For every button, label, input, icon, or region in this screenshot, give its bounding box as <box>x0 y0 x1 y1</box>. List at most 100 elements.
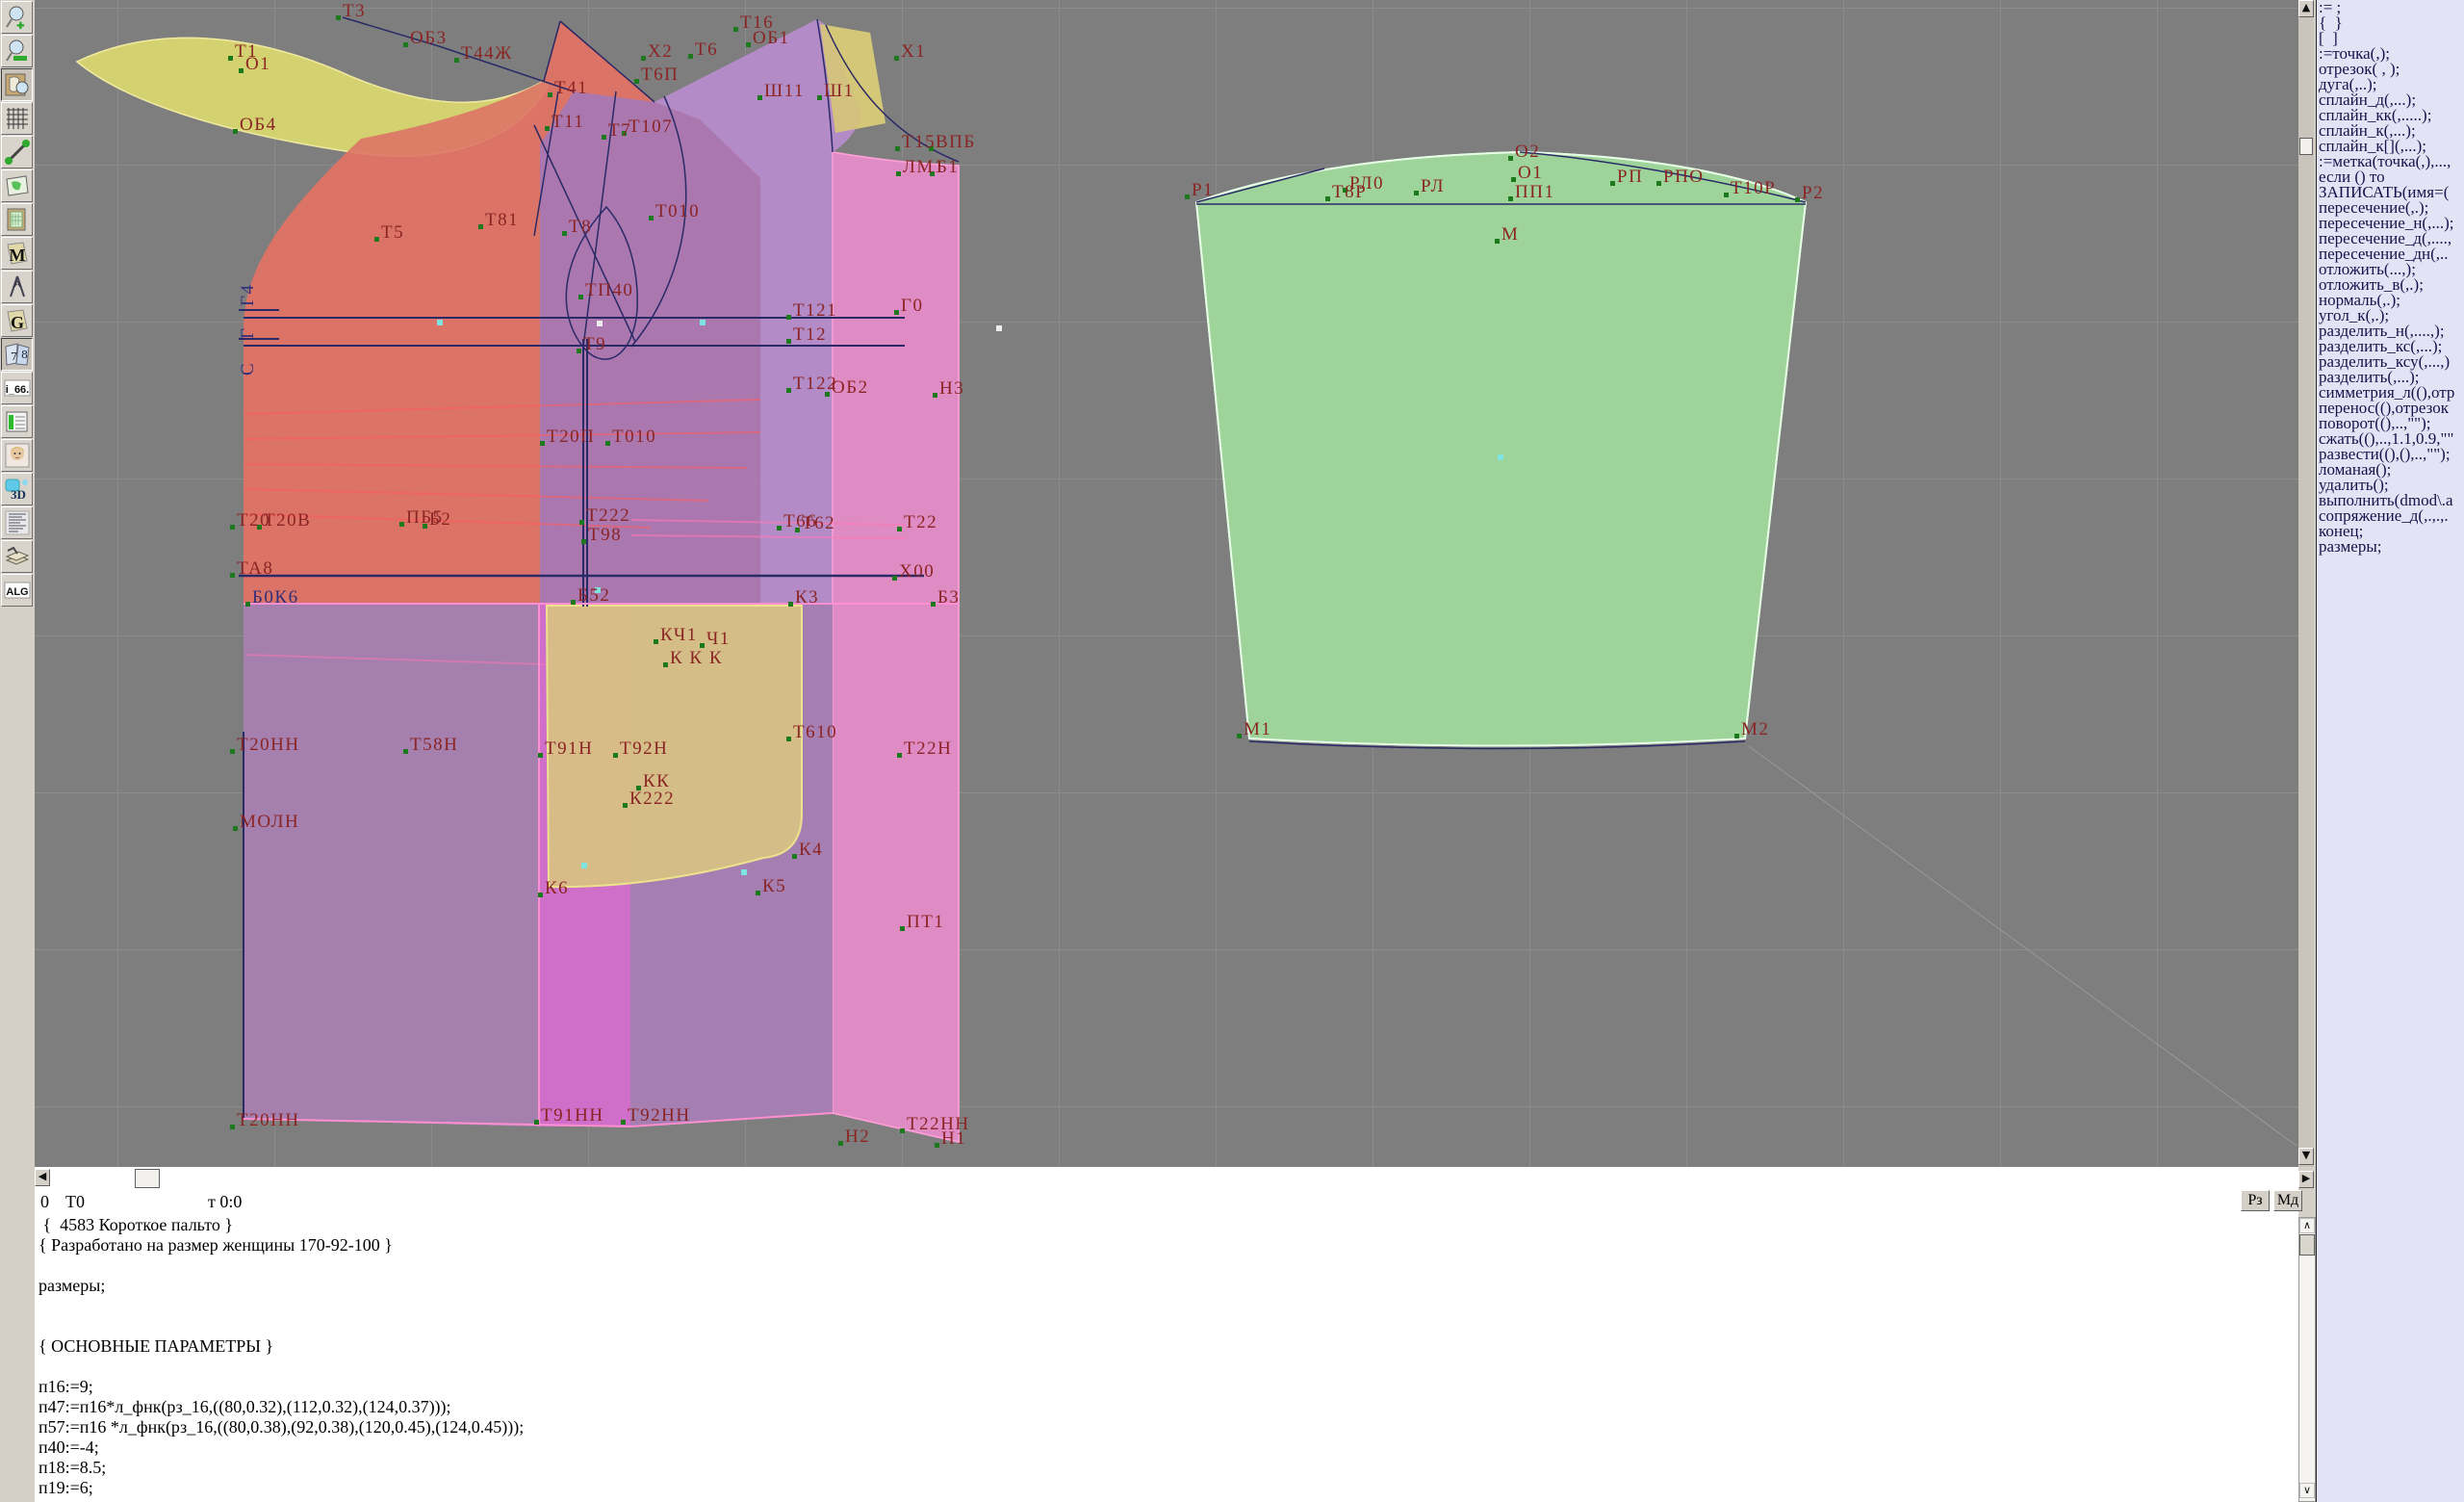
photo-model-button[interactable] <box>1 439 33 472</box>
zoom-in-button[interactable] <box>1 1 33 34</box>
algorithm-icon: ALG <box>4 577 31 604</box>
canvas-vscrollbar[interactable] <box>2298 0 2314 1167</box>
point-marker <box>548 92 552 97</box>
scroll-right-icon[interactable]: ▶ <box>2298 1171 2314 1188</box>
point-label: Т92Н <box>620 739 668 759</box>
point-marker <box>578 295 583 299</box>
point-marker <box>1724 193 1729 197</box>
point-label: Н1 <box>941 1129 966 1149</box>
point-marker <box>403 42 408 47</box>
svg-text:ALG: ALG <box>6 586 28 598</box>
command-panel: := ;{ }[ ]:=точка(,);отрезок( , );дуга(,… <box>2316 0 2464 1502</box>
point-label: Х1 <box>901 42 926 62</box>
point-label: Т22Н <box>904 739 952 759</box>
point-label: РЛ0 <box>1349 174 1384 194</box>
point-marker <box>581 539 586 544</box>
point-label: Т62 <box>802 514 835 533</box>
point-label: Б1 <box>937 158 959 177</box>
editor-line: п18:=8.5; <box>35 1458 2298 1478</box>
code-editor[interactable]: { 4583 Короткое пальто }{ Разработано на… <box>35 1215 2298 1502</box>
point-marker <box>399 522 404 527</box>
drawing-canvas[interactable]: Т3ОБ3Т44ЖТ1О1ОБ4Т5Т81Т8Т010ТП40Т9Х2Т6Т6П… <box>35 0 2298 1167</box>
scroll-down-icon[interactable]: ▼ <box>2298 1148 2314 1165</box>
point-label: Т5 <box>381 223 404 243</box>
point-marker <box>233 129 238 134</box>
pattern-drawing <box>35 0 2298 1167</box>
point-label: Т121 <box>793 301 837 321</box>
point-marker <box>534 1120 539 1125</box>
grading-g-button[interactable]: G <box>1 304 33 337</box>
books-button[interactable] <box>1 540 33 573</box>
pattern-m-button[interactable]: M <box>1 237 33 270</box>
rz-button[interactable]: Рз <box>2241 1190 2270 1211</box>
view-3d-icon: 3D <box>4 476 31 503</box>
editor-scroll-up-icon[interactable]: ∧ <box>2299 1218 2315 1233</box>
grid-icon <box>4 105 31 132</box>
point-label: Т20НН <box>237 736 300 755</box>
point-marker <box>605 441 610 446</box>
point-label: Т12 <box>793 325 827 345</box>
point-label: М <box>1502 225 1519 245</box>
point-marker <box>900 926 905 931</box>
point-label: Б3 <box>937 588 960 608</box>
editor-vscrollbar[interactable] <box>2298 1217 2316 1502</box>
point-marker <box>1325 196 1330 201</box>
point-marker <box>336 15 341 20</box>
hscroll-thumb[interactable] <box>135 1169 160 1188</box>
point-label: Т41 <box>554 79 588 98</box>
toolbar: MA G78i_66. 3D ALG <box>0 0 35 1502</box>
md-button[interactable]: Мд <box>2273 1190 2302 1211</box>
point-label: Х00 <box>899 562 935 582</box>
point-label: РПО <box>1663 168 1705 187</box>
point-marker <box>1414 191 1419 195</box>
editor-line: п40:=-4; <box>35 1437 2298 1458</box>
size-table-button[interactable] <box>1 405 33 438</box>
vscroll-thumb[interactable] <box>2299 138 2313 155</box>
canvas-hscrollbar[interactable]: ◀ <box>35 1167 2298 1192</box>
size-table-icon <box>4 408 31 435</box>
point-label: Т20НН <box>237 1111 300 1130</box>
fabric-button[interactable] <box>1 203 33 236</box>
grid-point <box>597 321 603 326</box>
point-label: Т6 <box>695 40 718 60</box>
point-label: Т610 <box>793 723 837 742</box>
helper-line <box>1749 746 2297 1146</box>
point-marker <box>654 639 658 644</box>
list-button[interactable] <box>1 506 33 539</box>
scroll-left-icon[interactable]: ◀ <box>35 1169 50 1186</box>
command-item[interactable]: размеры; <box>2317 539 2464 555</box>
i66-button[interactable]: i_66. <box>1 372 33 404</box>
point-label: О1 <box>1518 164 1543 183</box>
editor-vscroll-thumb[interactable] <box>2299 1234 2315 1256</box>
point-label: Ш1 <box>824 82 855 101</box>
view-3d-button[interactable]: 3D <box>1 473 33 505</box>
editor-scroll-down-icon[interactable]: ∨ <box>2299 1483 2315 1498</box>
point-label: С <box>239 362 258 376</box>
point-marker <box>788 602 793 607</box>
point-marker <box>230 573 235 578</box>
pieces-78-button[interactable]: 78 <box>1 338 33 371</box>
svg-text:A: A <box>13 279 19 289</box>
point-label: М1 <box>1244 720 1271 739</box>
point-label: Т222 <box>586 506 630 526</box>
point-marker <box>649 216 654 220</box>
point-marker <box>540 441 545 446</box>
point-marker <box>1185 194 1190 199</box>
point-marker <box>786 339 791 344</box>
sheet-button[interactable] <box>1 169 33 202</box>
scroll-up-icon[interactable]: ▲ <box>2298 0 2314 17</box>
grid-button[interactable] <box>1 102 33 135</box>
algorithm-button[interactable]: ALG <box>1 574 33 607</box>
view-piece-button[interactable] <box>1 68 33 101</box>
measure-button[interactable] <box>1 136 33 168</box>
svg-text:8: 8 <box>21 349 28 361</box>
point-marker <box>757 95 762 100</box>
compass-button[interactable]: A <box>1 271 33 303</box>
command-item[interactable]: { } <box>2317 15 2464 31</box>
point-marker <box>900 1128 905 1133</box>
point-label: Б52 <box>578 586 610 606</box>
point-marker <box>1508 156 1513 161</box>
point-marker <box>579 520 584 525</box>
zoom-out-button[interactable] <box>1 35 33 67</box>
point-label: Т58Н <box>410 736 458 755</box>
